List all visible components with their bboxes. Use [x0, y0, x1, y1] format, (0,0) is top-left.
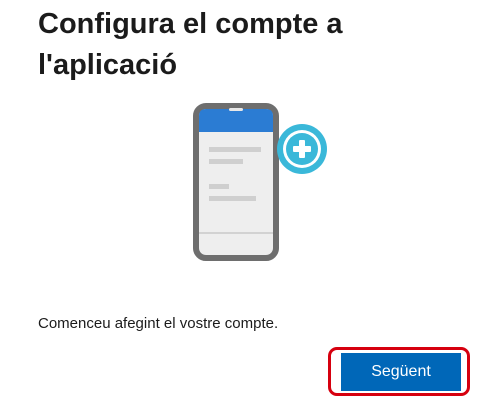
phone-screen-header — [199, 109, 273, 132]
phone-content-line — [209, 147, 261, 152]
phone-add-account-icon — [193, 103, 327, 261]
phone-add-account-illustration — [192, 102, 334, 262]
setup-account-page: Configura el compte a l'aplicació Comenc… — [0, 0, 481, 406]
phone-content-line — [209, 159, 243, 164]
phone-content-line — [209, 184, 229, 189]
next-button[interactable]: Següent — [341, 353, 461, 391]
instruction-text: Comenceu afegint el vostre compte. — [38, 315, 279, 332]
plus-icon-vertical — [299, 140, 305, 158]
phone-bottom-divider — [199, 232, 273, 234]
phone-content-line — [209, 196, 256, 201]
page-title: Configura el compte a l'aplicació — [38, 8, 343, 81]
phone-speaker — [229, 108, 243, 111]
